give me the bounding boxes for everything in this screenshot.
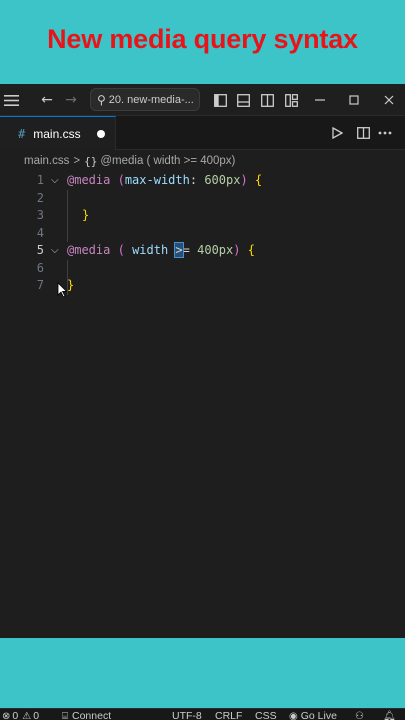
- fold-chevron-icon[interactable]: ⌵: [51, 172, 59, 190]
- toggle-panel-icon[interactable]: [234, 84, 252, 116]
- toggle-primary-sidebar-icon[interactable]: [211, 84, 229, 116]
- command-center[interactable]: ⚲ 20. new-media-...: [90, 88, 200, 111]
- encoding-status[interactable]: UTF-8: [172, 709, 202, 720]
- paren: ): [233, 243, 241, 257]
- breadcrumb-symbol[interactable]: @media ( width >= 400px): [100, 155, 235, 167]
- connect-label: Connect: [72, 710, 112, 720]
- media-value: 600px: [204, 173, 241, 187]
- minimize-icon[interactable]: [310, 84, 330, 116]
- brace: }: [82, 208, 90, 222]
- code-line-4[interactable]: 4: [0, 225, 405, 243]
- notifications-bell-icon[interactable]: 🔔︎: [383, 709, 398, 720]
- brace: {: [247, 243, 255, 257]
- error-count: 0: [12, 710, 19, 720]
- brace: {: [254, 173, 263, 187]
- vscode-window: ← → ⚲ 20. new-media-... # main.css main.…: [0, 84, 405, 720]
- run-icon[interactable]: [332, 116, 346, 150]
- css-file-icon: #: [18, 126, 26, 141]
- paren: ): [240, 173, 248, 187]
- breadcrumb-file[interactable]: main.css: [24, 155, 69, 167]
- fold-chevron-icon[interactable]: ⌵: [51, 242, 59, 260]
- title-bar: ← → ⚲ 20. new-media-...: [0, 84, 405, 116]
- code-line-1[interactable]: 1 ⌵ @media (max-width: 600px) {: [0, 172, 405, 190]
- at-rule: @media: [67, 243, 111, 257]
- unsaved-dot-icon[interactable]: [97, 130, 105, 138]
- line-number: 2: [36, 190, 44, 205]
- database-icon: ⌸: [62, 710, 68, 720]
- code-line-5[interactable]: 5 ⌵ @media ( width >= 400px) {: [0, 242, 405, 260]
- status-bar: ⊗ 0 ⚠ 0 ⌸ Connect UTF-8 CRLF CSS ◉ Go Li…: [0, 708, 405, 720]
- command-center-label: 20. new-media-...: [108, 93, 194, 106]
- menu-icon[interactable]: [2, 84, 20, 116]
- line-number: 7: [36, 278, 44, 292]
- paren: (: [117, 243, 125, 257]
- media-feature: max-width: [124, 173, 190, 187]
- code-line-2[interactable]: 2: [0, 190, 405, 208]
- broadcast-icon: ◉: [289, 710, 298, 720]
- language-status[interactable]: CSS: [255, 709, 277, 720]
- line-number: 5: [36, 243, 44, 257]
- tab-main-css[interactable]: # main.css: [0, 116, 116, 150]
- line-number: 4: [36, 225, 44, 240]
- more-actions-icon[interactable]: [378, 116, 396, 150]
- paren: (: [117, 173, 125, 187]
- mouse-pointer-icon: [57, 282, 67, 298]
- breadcrumb: main.css > {} @media ( width >= 400px): [0, 150, 405, 172]
- warning-count: 0: [33, 710, 40, 720]
- at-rule: @media: [67, 173, 111, 187]
- remote-connect[interactable]: ⌸ Connect: [62, 709, 111, 720]
- breadcrumb-separator: >: [73, 155, 81, 167]
- tab-label: main.css: [33, 126, 81, 141]
- arrow-right-icon[interactable]: →: [62, 84, 80, 116]
- line-number: 6: [36, 260, 44, 275]
- brace: }: [67, 278, 75, 292]
- split-editor-icon[interactable]: [357, 116, 371, 150]
- code-line-3[interactable]: 3 }: [0, 207, 405, 225]
- toggle-secondary-sidebar-icon[interactable]: [258, 84, 276, 116]
- close-icon[interactable]: [379, 84, 399, 116]
- customize-layout-icon[interactable]: [282, 84, 300, 116]
- problems-status[interactable]: ⊗ 0 ⚠ 0: [2, 709, 39, 720]
- warning-icon: ⚠: [22, 710, 32, 720]
- banner-title: New media query syntax: [47, 24, 358, 54]
- line-number: 3: [36, 208, 44, 222]
- selected-operator: >: [174, 242, 184, 258]
- eol-status[interactable]: CRLF: [215, 709, 242, 720]
- arrow-left-icon[interactable]: ←: [38, 84, 56, 116]
- search-icon: ⚲: [97, 92, 106, 107]
- line-number: 1: [36, 173, 44, 187]
- banner: New media query syntax: [0, 0, 405, 84]
- go-live-label: Go Live: [300, 710, 337, 720]
- media-value: 400px: [197, 243, 234, 257]
- code-line-6[interactable]: 6: [0, 260, 405, 278]
- media-feature: width: [132, 243, 169, 257]
- symbol-namespace-icon: {}: [84, 154, 98, 168]
- maximize-icon[interactable]: [344, 84, 364, 116]
- error-icon: ⊗: [2, 710, 11, 720]
- accounts-icon[interactable]: ⚇: [355, 709, 366, 720]
- operator: =: [182, 243, 190, 257]
- colon: :: [189, 173, 198, 187]
- go-live-button[interactable]: ◉ Go Live: [289, 709, 337, 720]
